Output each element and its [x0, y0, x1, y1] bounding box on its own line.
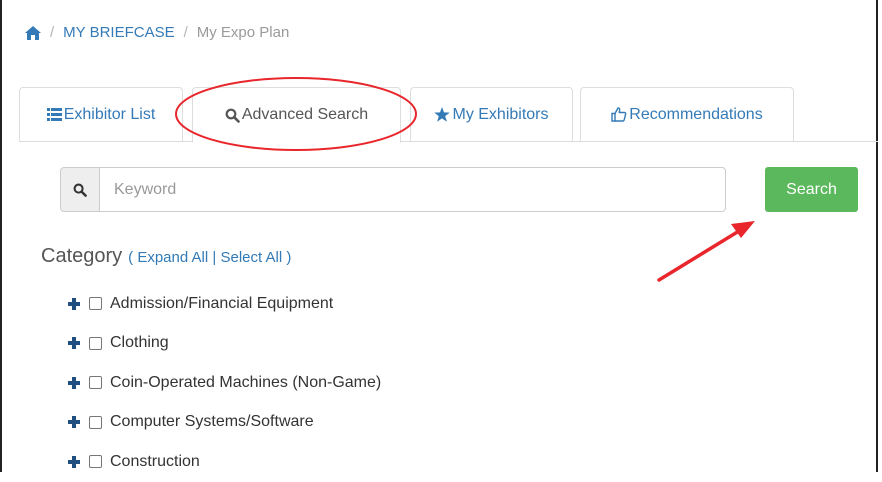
keyword-input[interactable]	[100, 167, 726, 212]
expand-plus-icon[interactable]	[67, 415, 81, 429]
category-item: Construction	[67, 442, 381, 482]
category-checkbox[interactable]	[89, 455, 102, 469]
category-item: Computer Systems/Software	[67, 403, 381, 443]
keyword-search-group	[60, 167, 726, 212]
close-paren: )	[286, 249, 292, 266]
star-icon	[434, 107, 451, 122]
category-item: Clothing	[67, 324, 381, 364]
breadcrumb-current: My Expo Plan	[196, 24, 290, 41]
expand-plus-icon[interactable]	[67, 455, 81, 469]
category-label: Coin-Operated Machines (Non-Game)	[110, 373, 382, 391]
search-icon	[73, 183, 87, 197]
thumbs-up-icon	[611, 107, 627, 122]
select-all-link[interactable]: Select All	[220, 249, 282, 266]
search-icon	[225, 108, 240, 123]
category-label: Admission/Financial Equipment	[110, 294, 334, 312]
category-item: Coin-Operated Machines (Non-Game)	[67, 363, 381, 403]
category-header: Category ( Expand All | Select All )	[41, 245, 291, 268]
expand-all-link[interactable]: Expand All	[137, 249, 208, 266]
breadcrumb-my-briefcase[interactable]: MY BRIEFCASE	[63, 24, 174, 41]
category-checkbox[interactable]	[89, 336, 102, 350]
category-checkbox[interactable]	[89, 415, 102, 429]
search-button[interactable]: Search	[765, 167, 858, 212]
expand-plus-icon[interactable]	[67, 376, 81, 390]
expand-plus-icon[interactable]	[67, 297, 81, 311]
search-addon	[60, 167, 100, 212]
open-paren: (	[128, 249, 134, 266]
category-label: Construction	[110, 452, 200, 470]
category-heading: Category	[41, 245, 123, 267]
tab-exhibitor-list-label: Exhibitor List	[63, 105, 156, 123]
tab-recommendations-label: Recommendations	[629, 105, 763, 123]
tab-advanced-search-label: Advanced Search	[241, 106, 369, 123]
category-links: ( Expand All | Select All )	[128, 249, 291, 266]
expand-plus-icon[interactable]	[67, 336, 81, 350]
category-label: Clothing	[110, 334, 169, 352]
category-checkbox[interactable]	[89, 297, 102, 311]
breadcrumb: / MY BRIEFCASE / My Expo Plan	[25, 24, 289, 41]
tab-exhibitor-list[interactable]: Exhibitor List	[19, 87, 183, 142]
breadcrumb-separator: /	[50, 24, 55, 41]
category-label: Computer Systems/Software	[110, 413, 314, 431]
category-list: Admission/Financial Equipment Clothing C…	[67, 284, 381, 482]
category-item: Admission/Financial Equipment	[67, 284, 381, 324]
home-icon[interactable]	[25, 25, 41, 40]
category-checkbox[interactable]	[89, 376, 102, 390]
list-icon	[46, 108, 62, 121]
link-divider: |	[212, 249, 217, 266]
breadcrumb-separator: /	[183, 24, 188, 41]
tab-recommendations[interactable]: Recommendations	[580, 87, 794, 142]
tab-my-exhibitors[interactable]: My Exhibitors	[410, 87, 573, 142]
tab-my-exhibitors-label: My Exhibitors	[452, 105, 549, 123]
tab-advanced-search[interactable]: Advanced Search	[192, 87, 401, 143]
